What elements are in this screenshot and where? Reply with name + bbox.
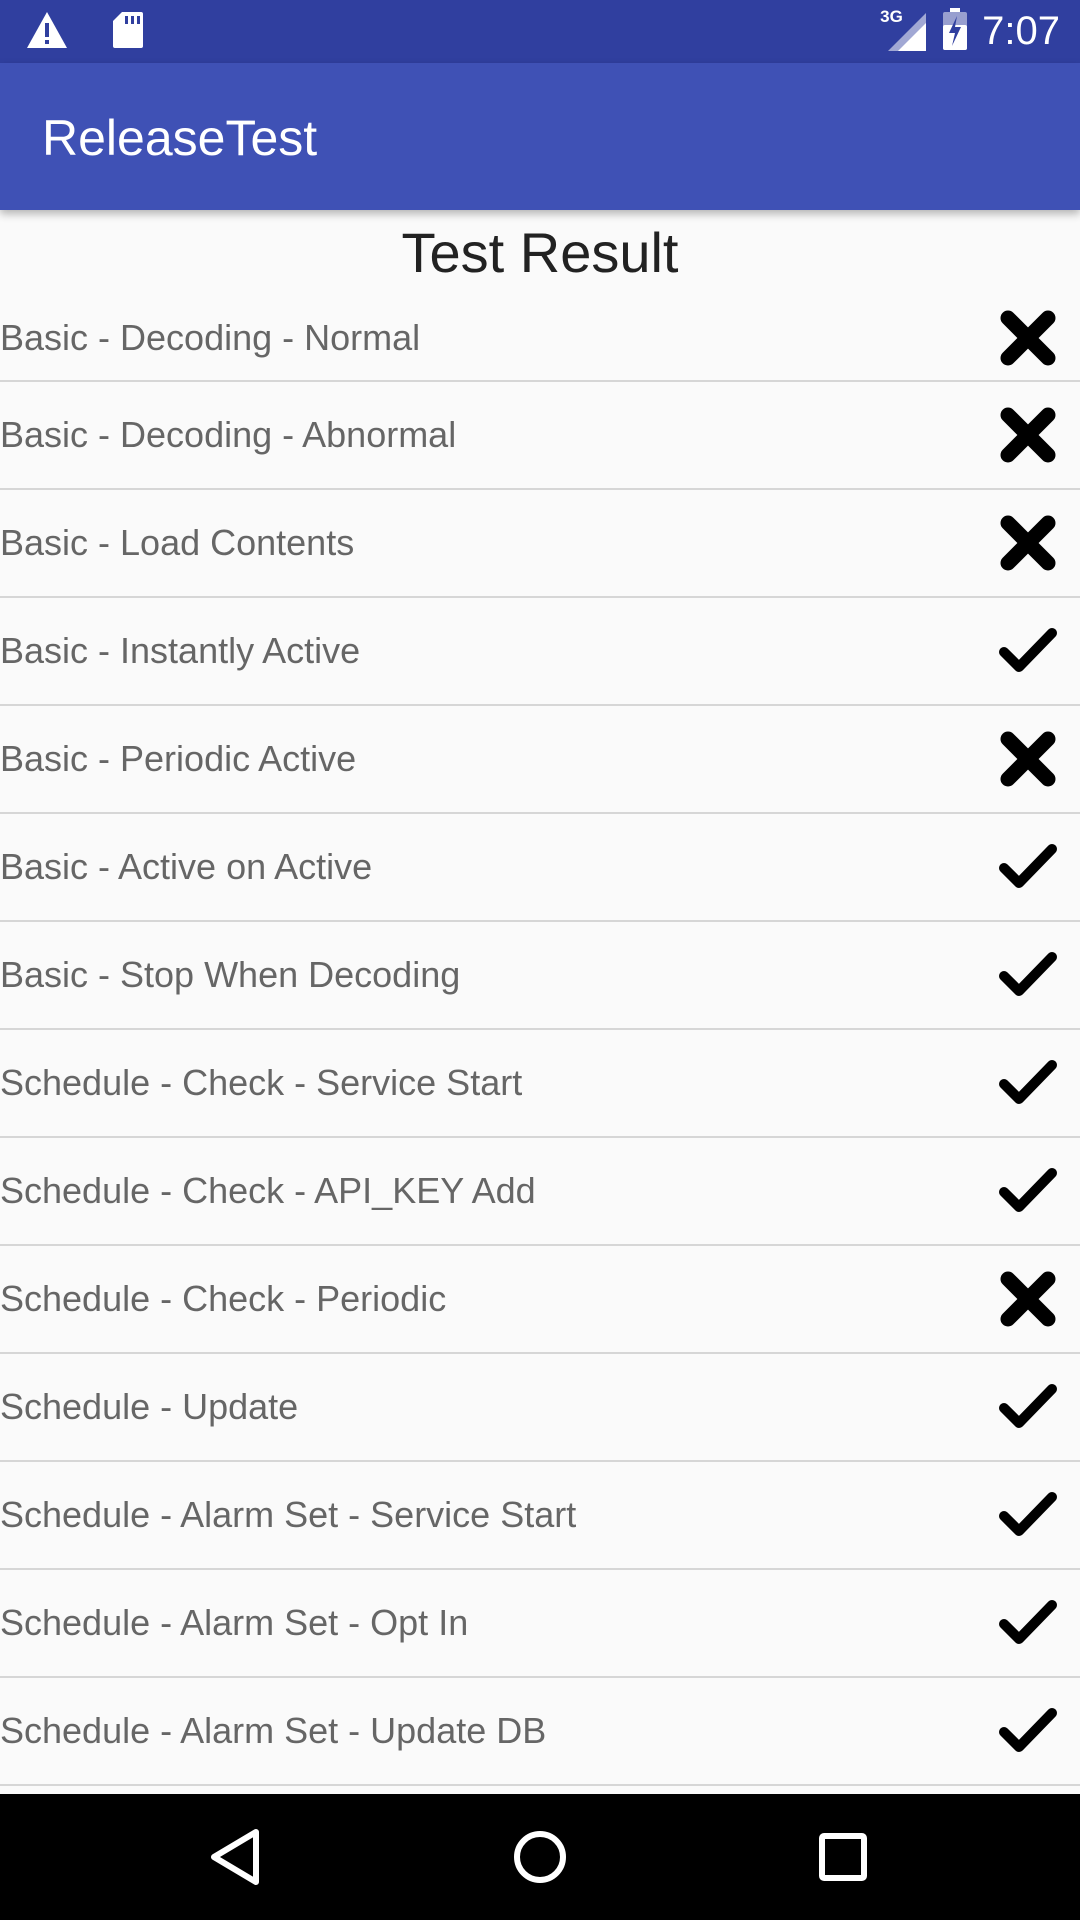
test-name-label: Schedule - Alarm Set - Opt In <box>0 1602 469 1643</box>
battery-charging-icon <box>942 7 968 56</box>
test-name-label: Schedule - Update <box>0 1386 299 1427</box>
test-name-label: Basic - Load Contents <box>0 522 355 563</box>
test-result-list: Basic - Decoding - Normal Basic - Decodin… <box>0 296 1080 1786</box>
page-title: Test Result <box>401 221 679 284</box>
list-item[interactable]: Basic - Active on Active <box>0 814 1080 922</box>
list-item[interactable]: Basic - Periodic Active <box>0 706 1080 814</box>
list-item[interactable]: Schedule - Alarm Set - Opt In <box>0 1570 1080 1678</box>
cross-icon <box>998 513 1058 573</box>
recents-icon[interactable] <box>804 1818 882 1896</box>
list-item[interactable]: Schedule - Update <box>0 1354 1080 1462</box>
list-item[interactable]: Schedule - Check - Service Start <box>0 1030 1080 1138</box>
test-name-label: Schedule - Alarm Set - Update DB <box>0 1710 547 1751</box>
home-icon[interactable] <box>501 1818 579 1896</box>
app-title: ReleaseTest <box>42 110 318 166</box>
navigation-bar <box>0 1794 1080 1920</box>
check-icon <box>998 1377 1058 1437</box>
list-item[interactable]: Schedule - Check - Periodic <box>0 1246 1080 1354</box>
list-item[interactable]: Basic - Load Contents <box>0 490 1080 598</box>
test-name-label: Schedule - Check - Periodic <box>0 1278 447 1319</box>
check-icon <box>998 1053 1058 1113</box>
test-name-label: Basic - Decoding - Abnormal <box>0 414 457 455</box>
status-right: 3G 7:07 <box>880 7 1060 56</box>
list-item[interactable]: Basic - Instantly Active <box>0 598 1080 706</box>
sd-card-icon <box>112 11 144 54</box>
warning-icon <box>26 11 68 54</box>
status-left <box>26 10 144 54</box>
test-name-label: Basic - Active on Active <box>0 846 373 887</box>
status-time: 7:07 <box>982 8 1060 53</box>
list-item[interactable]: Basic - Stop When Decoding <box>0 922 1080 1030</box>
test-name-label: Schedule - Check - Service Start <box>0 1062 523 1103</box>
check-icon <box>998 621 1058 681</box>
test-name-label: Basic - Decoding - Normal <box>0 317 421 358</box>
app-bar: ReleaseTest <box>0 63 1080 210</box>
back-icon[interactable] <box>196 1818 274 1896</box>
check-icon <box>998 1593 1058 1653</box>
cross-icon <box>998 729 1058 789</box>
test-name-label: Basic - Instantly Active <box>0 630 361 671</box>
content-area[interactable]: Test Result Basic - Decoding - Normal Bas… <box>0 210 1080 1794</box>
test-name-label: Basic - Periodic Active <box>0 738 357 779</box>
list-item[interactable]: Basic - Decoding - Normal <box>0 296 1080 382</box>
signal-icon: 3G <box>880 7 928 53</box>
list-item[interactable]: Basic - Decoding - Abnormal <box>0 382 1080 490</box>
list-item[interactable]: Schedule - Alarm Set - Update DB <box>0 1678 1080 1786</box>
cross-icon <box>998 1269 1058 1329</box>
list-item[interactable]: Schedule - Check - API_KEY Add <box>0 1138 1080 1246</box>
check-icon <box>998 837 1058 897</box>
status-bar: 3G 7:07 <box>0 0 1080 63</box>
list-item[interactable]: Schedule - Alarm Set - Service Start <box>0 1462 1080 1570</box>
check-icon <box>998 1161 1058 1221</box>
test-name-label: Schedule - Alarm Set - Service Start <box>0 1494 577 1535</box>
check-icon <box>998 945 1058 1005</box>
test-name-label: Schedule - Check - API_KEY Add <box>0 1170 536 1211</box>
cross-icon <box>998 308 1058 368</box>
cross-icon <box>998 405 1058 465</box>
test-name-label: Basic - Stop When Decoding <box>0 954 461 995</box>
check-icon <box>998 1485 1058 1545</box>
check-icon <box>998 1701 1058 1761</box>
